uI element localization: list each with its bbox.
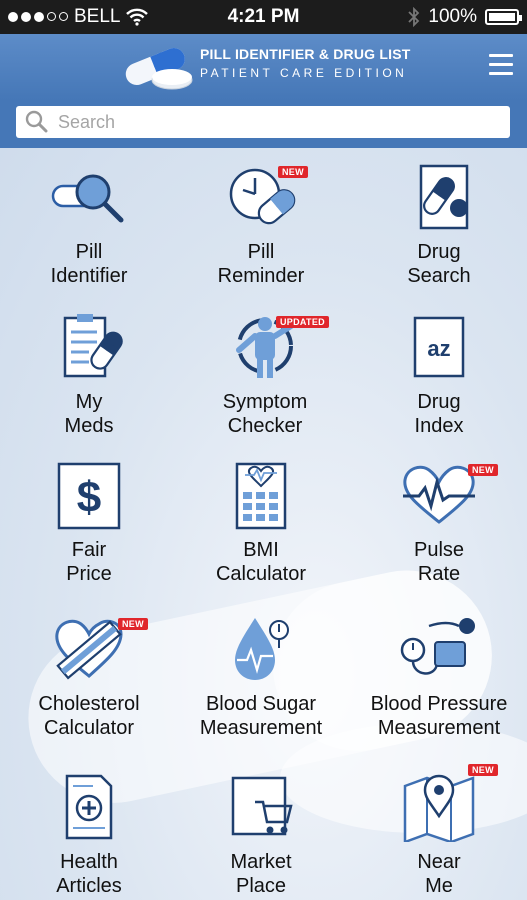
shopping-cart-icon bbox=[231, 776, 293, 836]
tile-label-line1: Market bbox=[230, 851, 292, 873]
new-badge: NEW bbox=[118, 618, 148, 630]
tile-symptom-checker[interactable]: UPDATED Symptom Checker bbox=[180, 298, 350, 446]
tile-label-line2: Me bbox=[425, 875, 453, 897]
tile-label-line1: Blood Sugar bbox=[205, 693, 317, 715]
blood-drop-icon bbox=[235, 618, 289, 680]
tile-market-place[interactable]: Market Place bbox=[176, 758, 346, 900]
tile-health-articles[interactable]: Health Articles bbox=[4, 758, 174, 900]
tile-label-line2: Price bbox=[66, 563, 112, 585]
tile-label-line2: Calculator bbox=[43, 717, 135, 739]
tile-label-line1: Pill bbox=[247, 241, 275, 263]
tile-label-line2: Calculator bbox=[215, 563, 307, 585]
tile-label-line2: Meds bbox=[64, 415, 114, 437]
dollar-icon: $ bbox=[57, 462, 121, 530]
tile-my-meds[interactable]: My Meds bbox=[4, 298, 174, 446]
updated-badge: UPDATED bbox=[276, 316, 329, 328]
app-title: PILL IDENTIFIER & DRUG LIST bbox=[200, 46, 411, 62]
status-bar: BELL 4:21 PM 100% bbox=[0, 0, 527, 34]
battery-percent: 100% bbox=[428, 6, 477, 27]
az-index-icon: az bbox=[413, 316, 465, 378]
search-input[interactable] bbox=[56, 110, 480, 134]
tile-label-line1: Health bbox=[60, 851, 118, 873]
tile-near-me[interactable]: NEW Near Me bbox=[354, 758, 524, 900]
calculator-heart-icon bbox=[235, 462, 287, 530]
tile-blood-pressure[interactable]: Blood Pressure Measurement bbox=[354, 600, 524, 748]
heart-artery-icon bbox=[55, 619, 123, 680]
tile-bmi-calculator[interactable]: BMI Calculator bbox=[176, 446, 346, 594]
search-box[interactable] bbox=[16, 106, 510, 138]
tile-label-line1: BMI bbox=[243, 539, 279, 561]
blood-pressure-icon bbox=[400, 618, 475, 675]
tile-label-line2: Checker bbox=[227, 415, 303, 437]
tile-label-line2: Measurement bbox=[199, 717, 323, 739]
new-badge: NEW bbox=[468, 464, 498, 476]
hamburger-menu-icon[interactable] bbox=[489, 54, 513, 76]
document-plus-icon bbox=[65, 774, 113, 840]
search-icon bbox=[25, 110, 48, 133]
new-badge: NEW bbox=[278, 166, 308, 178]
drug-search-icon bbox=[419, 164, 469, 230]
svg-text:az: az bbox=[427, 336, 450, 361]
tile-label-line2: Place bbox=[235, 875, 287, 897]
heart-pulse-icon bbox=[403, 465, 475, 524]
map-pin-icon bbox=[403, 774, 475, 842]
tile-pill-identifier[interactable]: Pill Identifier bbox=[4, 148, 174, 296]
tile-drug-search[interactable]: Drug Search bbox=[354, 148, 524, 296]
tile-label-line2: Measurement bbox=[377, 717, 501, 739]
tile-label-line1: Drug bbox=[417, 241, 461, 263]
tile-label-line1: Pill bbox=[75, 241, 103, 263]
tile-label-line1: Drug bbox=[417, 391, 461, 413]
clipboard-pill-icon bbox=[63, 314, 123, 378]
tile-label-line1: Pulse bbox=[413, 539, 465, 561]
tile-label-line2: Search bbox=[407, 265, 471, 287]
tile-label-line2: Rate bbox=[417, 563, 461, 585]
tile-fair-price[interactable]: $ Fair Price bbox=[4, 446, 174, 594]
tile-label-line1: Symptom bbox=[222, 391, 308, 413]
tile-label-line1: My bbox=[75, 391, 103, 413]
pill-logo-icon bbox=[125, 48, 193, 90]
app-subtitle: PATIENT CARE EDITION bbox=[200, 66, 408, 80]
tile-label-line2: Reminder bbox=[217, 265, 305, 287]
tile-label-line1: Blood Pressure bbox=[370, 693, 508, 715]
search-bar bbox=[0, 100, 527, 148]
new-badge: NEW bbox=[468, 764, 498, 776]
tile-label-line1: Fair bbox=[71, 539, 107, 561]
tile-pill-reminder[interactable]: NEW Pill Reminder bbox=[176, 148, 346, 296]
status-right: 100% bbox=[408, 6, 522, 28]
tile-label-line2: Index bbox=[414, 415, 464, 437]
tile-drug-index[interactable]: az Drug Index bbox=[354, 298, 524, 446]
tile-blood-sugar[interactable]: Blood Sugar Measurement bbox=[176, 600, 346, 748]
bluetooth-icon bbox=[408, 7, 420, 27]
tile-label-line2: Articles bbox=[56, 875, 122, 897]
tile-cholesterol-calculator[interactable]: NEW Cholesterol Calculator bbox=[4, 600, 174, 748]
tile-label-line1: Cholesterol bbox=[38, 693, 140, 715]
feature-grid: Pill Identifier NEW Pill Reminder Drug S… bbox=[0, 148, 527, 900]
tile-pulse-rate[interactable]: NEW Pulse Rate bbox=[354, 446, 524, 594]
app-header: PILL IDENTIFIER & DRUG LIST PATIENT CARE… bbox=[0, 34, 527, 100]
magnifier-pill-icon bbox=[51, 174, 124, 223]
tile-label-line1: Near bbox=[417, 851, 461, 873]
battery-icon bbox=[485, 9, 522, 25]
svg-text:$: $ bbox=[77, 473, 101, 522]
tile-label-line2: Identifier bbox=[50, 265, 128, 287]
